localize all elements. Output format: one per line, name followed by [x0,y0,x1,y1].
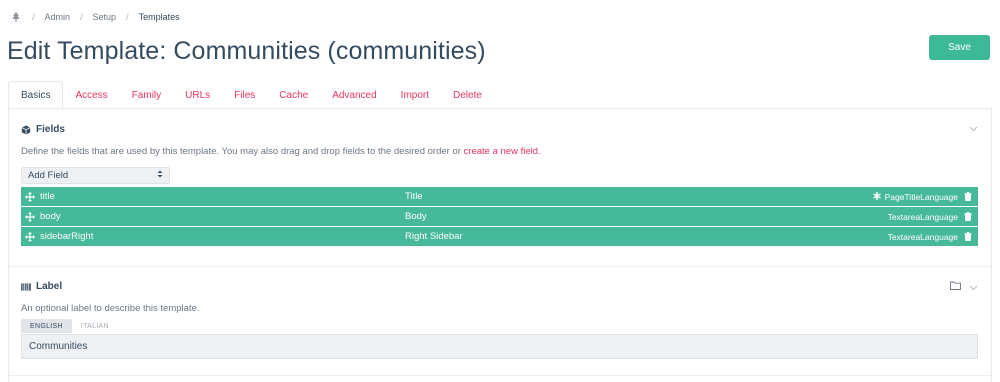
label-heading-label: Label [36,281,63,292]
tab-family[interactable]: Family [120,81,173,109]
drag-handle-icon[interactable] [25,231,35,242]
basics-panel: Fields Define the fields that are used b… [8,108,992,382]
tab-delete[interactable]: Delete [441,81,494,109]
label-heading[interactable]: Label [21,281,62,292]
field-type-label: PageTitleLanguage [884,191,958,202]
field-name: title [40,191,55,202]
select-arrows-icon [157,170,163,181]
trash-icon[interactable] [964,212,973,221]
tab-urls[interactable]: URLs [173,81,222,109]
trash-icon[interactable] [964,232,973,241]
field-row[interactable]: title Title PageTitleLanguage [21,187,978,206]
field-type: PageTitleLanguage [872,191,958,202]
add-field-label: Add Field [28,170,69,181]
field-name: sidebarRight [40,231,94,242]
barcode-icon [21,282,31,292]
folder-icon[interactable] [950,281,961,292]
drag-handle-icon[interactable] [25,211,35,222]
page-title: Edit Template: Communities (communities) [7,37,486,65]
fields-heading-label: Fields [36,124,65,135]
tab-import[interactable]: Import [389,81,441,109]
field-type: TextareaLanguage [888,232,958,242]
breadcrumb-admin[interactable]: Admin [45,12,71,22]
field-label: Title [405,191,423,202]
save-button[interactable]: Save [929,35,990,60]
drag-handle-icon[interactable] [25,191,35,202]
tab-bar: Basics Access Family URLs Files Cache Ad… [8,81,494,109]
language-tab-italian[interactable]: ITALIAN [72,319,118,333]
tab-files[interactable]: Files [222,81,267,109]
field-name: body [40,211,61,222]
section-divider [9,375,991,376]
cube-icon [21,125,31,135]
breadcrumb-separator: / [80,12,83,22]
label-description: An optional label to describe this templ… [21,303,200,314]
breadcrumb-separator: / [126,12,129,22]
language-tab-english[interactable]: ENGLISH [21,319,72,333]
section-divider [9,266,991,267]
fields-description-text: Define the fields that are used by this … [21,146,461,157]
tab-basics[interactable]: Basics [8,81,64,109]
field-row[interactable]: sidebarRight Right Sidebar TextareaLangu… [21,227,978,246]
language-tabs: ENGLISH ITALIAN [21,319,118,333]
field-type: TextareaLanguage [888,212,958,222]
field-row[interactable]: body Body TextareaLanguage [21,207,978,226]
breadcrumb-templates[interactable]: Templates [139,12,180,22]
create-new-field-link[interactable]: create a new field. [464,146,541,157]
field-label: Body [405,211,427,222]
trash-icon[interactable] [964,192,973,201]
label-input[interactable]: Communities [21,334,978,359]
chevron-down-icon[interactable] [969,283,978,293]
field-type-label: TextareaLanguage [887,231,958,242]
tree-icon[interactable] [10,12,22,22]
tab-access[interactable]: Access [63,81,119,109]
breadcrumb: / Admin / Setup / Templates [10,10,180,24]
breadcrumb-setup[interactable]: Setup [93,12,117,22]
field-type-label: TextareaLanguage [887,211,958,222]
field-label: Right Sidebar [405,231,463,242]
tab-cache[interactable]: Cache [267,81,320,109]
breadcrumb-separator: / [32,12,35,22]
fields-heading[interactable]: Fields [21,124,65,135]
chevron-down-icon[interactable] [969,124,978,134]
required-icon [872,191,881,202]
fields-description: Define the fields that are used by this … [21,146,541,157]
add-field-select[interactable]: Add Field [21,167,170,184]
tab-advanced[interactable]: Advanced [320,81,388,109]
